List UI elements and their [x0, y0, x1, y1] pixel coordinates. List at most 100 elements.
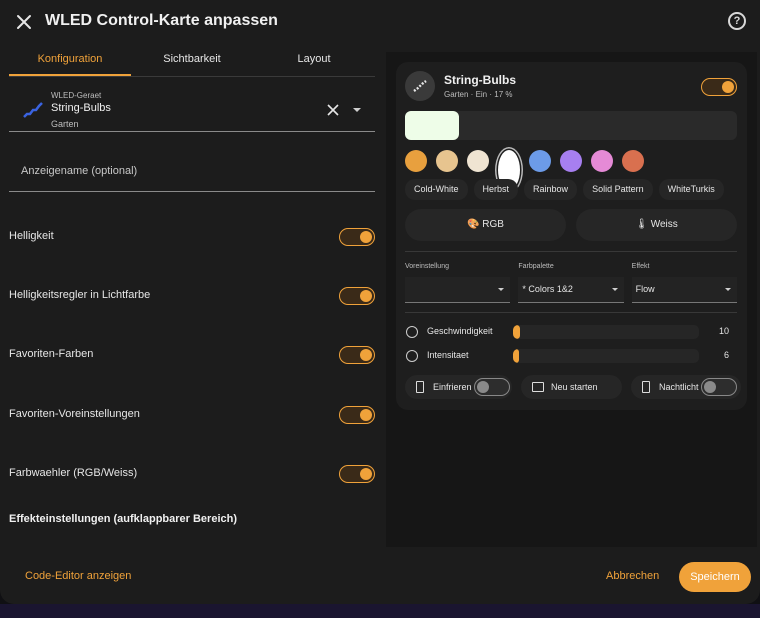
preset-chip[interactable]: Herbst	[473, 179, 519, 200]
intensity-slider-row: Intensitaet 6	[405, 347, 737, 365]
option-label: Favoriten-Farben	[9, 348, 94, 360]
helligkeit-toggle[interactable]	[339, 228, 375, 246]
nightlight-icon	[642, 381, 650, 393]
color-swatch[interactable]	[622, 150, 644, 172]
option-helligkeitsregler: Helligkeitsregler in Lichtfarbe	[9, 285, 375, 307]
switch-label: Nachtlicht	[659, 382, 699, 392]
preset-chip[interactable]: Cold-White	[405, 179, 468, 200]
effect-select[interactable]: Effekt Flow	[631, 263, 737, 303]
help-circle-icon[interactable]: ?	[728, 12, 746, 30]
color-swatch[interactable]	[560, 150, 582, 172]
speed-slider[interactable]	[513, 325, 699, 339]
mode-label: Weiss	[650, 219, 678, 230]
toggle-knob	[360, 468, 372, 480]
favoriten-voreinstellungen-toggle[interactable]	[339, 406, 375, 424]
select-label: Farbpalette	[518, 263, 554, 270]
color-swatch[interactable]	[405, 150, 427, 172]
code-editor-button[interactable]: Code-Editor anzeigen	[25, 570, 131, 582]
color-swatch[interactable]	[436, 150, 458, 172]
favorite-presets: Cold-White Herbst Rainbow Solid Pattern …	[405, 179, 724, 200]
favoriten-farben-toggle[interactable]	[339, 346, 375, 364]
preset-chip[interactable]: Solid Pattern	[583, 179, 653, 200]
clear-icon[interactable]	[327, 104, 339, 116]
preset-select[interactable]: Voreinstellung	[405, 263, 511, 303]
freeze-icon	[416, 381, 424, 393]
background-bottom-bar	[0, 604, 760, 618]
option-label: Helligkeit	[9, 230, 54, 242]
helligkeitsregler-toggle[interactable]	[339, 287, 375, 305]
toggle-knob	[360, 409, 372, 421]
entity-area: Garten	[51, 119, 79, 129]
color-swatch[interactable]	[591, 150, 613, 172]
toggle-knob	[722, 81, 734, 93]
weiss-mode-button[interactable]: 🌡 Weiss	[576, 209, 737, 241]
select-label: Voreinstellung	[405, 263, 449, 270]
rgb-mode-button[interactable]: 🎨 RGB	[405, 209, 566, 241]
effect-section-title[interactable]: Effekteinstellungen (aufklappbarer Berei…	[9, 513, 237, 525]
cancel-button[interactable]: Abbrechen	[606, 570, 659, 582]
option-label: Favoriten-Voreinstellungen	[9, 408, 140, 420]
button-label: Neu starten	[551, 382, 598, 392]
restart-icon	[532, 382, 544, 392]
option-label: Farbwaehler (RGB/Weiss)	[9, 467, 138, 479]
slider-fill	[513, 349, 519, 363]
color-swatch[interactable]	[467, 150, 489, 172]
select-box	[405, 277, 511, 303]
effect-selects: Voreinstellung Farbpalette * Colors 1&2 …	[405, 263, 737, 303]
toggle-knob	[704, 381, 716, 393]
option-label: Helligkeitsregler in Lichtfarbe	[9, 289, 151, 301]
tab-konfiguration[interactable]: Konfiguration	[9, 44, 131, 76]
thermometer-icon: 🌡	[635, 219, 648, 230]
freeze-toggle[interactable]	[474, 378, 510, 396]
save-button[interactable]: Speichern	[679, 562, 751, 592]
display-name-field[interactable]: Anzeigename (optional)	[9, 153, 375, 192]
color-preview-bar[interactable]	[405, 111, 737, 140]
color-mode-buttons: 🎨 RGB 🌡 Weiss	[405, 209, 737, 241]
wled-control-card: String-Bulbs Garten · Ein · 17 % Cold-Wh…	[396, 62, 747, 410]
toggle-knob	[360, 231, 372, 243]
tab-bar: Konfiguration Sichtbarkeit Layout	[9, 44, 375, 77]
nightlight-toggle[interactable]	[701, 378, 737, 396]
preset-chip[interactable]: Rainbow	[524, 179, 578, 200]
close-icon[interactable]	[14, 12, 34, 32]
intensity-slider[interactable]	[513, 349, 699, 363]
palette-icon: 🎨	[467, 219, 480, 230]
chevron-down-icon[interactable]	[353, 108, 361, 112]
freeze-switch[interactable]: Einfrieren	[405, 375, 512, 399]
entity-name: String-Bulbs	[51, 102, 111, 114]
entity-picker[interactable]: WLED-Geraet String-Bulbs Garten	[9, 87, 375, 132]
chevron-down-icon	[611, 288, 618, 291]
restart-button[interactable]: Neu starten	[521, 375, 622, 399]
power-toggle[interactable]	[701, 78, 737, 96]
slider-label: Geschwindigkeit	[427, 326, 493, 336]
toggle-knob	[360, 349, 372, 361]
slider-label: Intensitaet	[427, 350, 469, 360]
chevron-down-icon	[724, 288, 731, 291]
slider-fill	[513, 325, 521, 339]
divider	[405, 312, 737, 313]
action-switches: Einfrieren Neu starten Nachtlicht	[405, 375, 741, 399]
speed-slider-row: Geschwindigkeit 10	[405, 323, 737, 341]
preset-chip[interactable]: WhiteTurkis	[658, 179, 724, 200]
color-swatch[interactable]	[529, 150, 551, 172]
tab-sichtbarkeit[interactable]: Sichtbarkeit	[131, 44, 253, 76]
toggle-knob	[360, 290, 372, 302]
mode-label: RGB	[482, 219, 504, 230]
tab-layout[interactable]: Layout	[253, 44, 375, 76]
current-color-swatch	[405, 111, 459, 140]
slider-value: 6	[723, 350, 729, 360]
select-box: Flow	[631, 277, 737, 303]
palette-select[interactable]: Farbpalette * Colors 1&2	[518, 263, 624, 303]
chevron-down-icon	[498, 288, 505, 291]
select-label: Effekt	[631, 263, 650, 270]
entity-picker-label: WLED-Geraet	[51, 91, 102, 100]
farbwaehler-toggle[interactable]	[339, 465, 375, 483]
led-strip-icon[interactable]	[405, 71, 435, 101]
divider	[405, 251, 737, 252]
nightlight-switch[interactable]: Nachtlicht	[631, 375, 741, 399]
display-name-placeholder: Anzeigename (optional)	[21, 165, 138, 177]
option-helligkeit: Helligkeit	[9, 226, 375, 248]
slider-value: 10	[718, 326, 729, 336]
intensity-icon	[406, 350, 418, 362]
select-box: * Colors 1&2	[518, 277, 624, 303]
